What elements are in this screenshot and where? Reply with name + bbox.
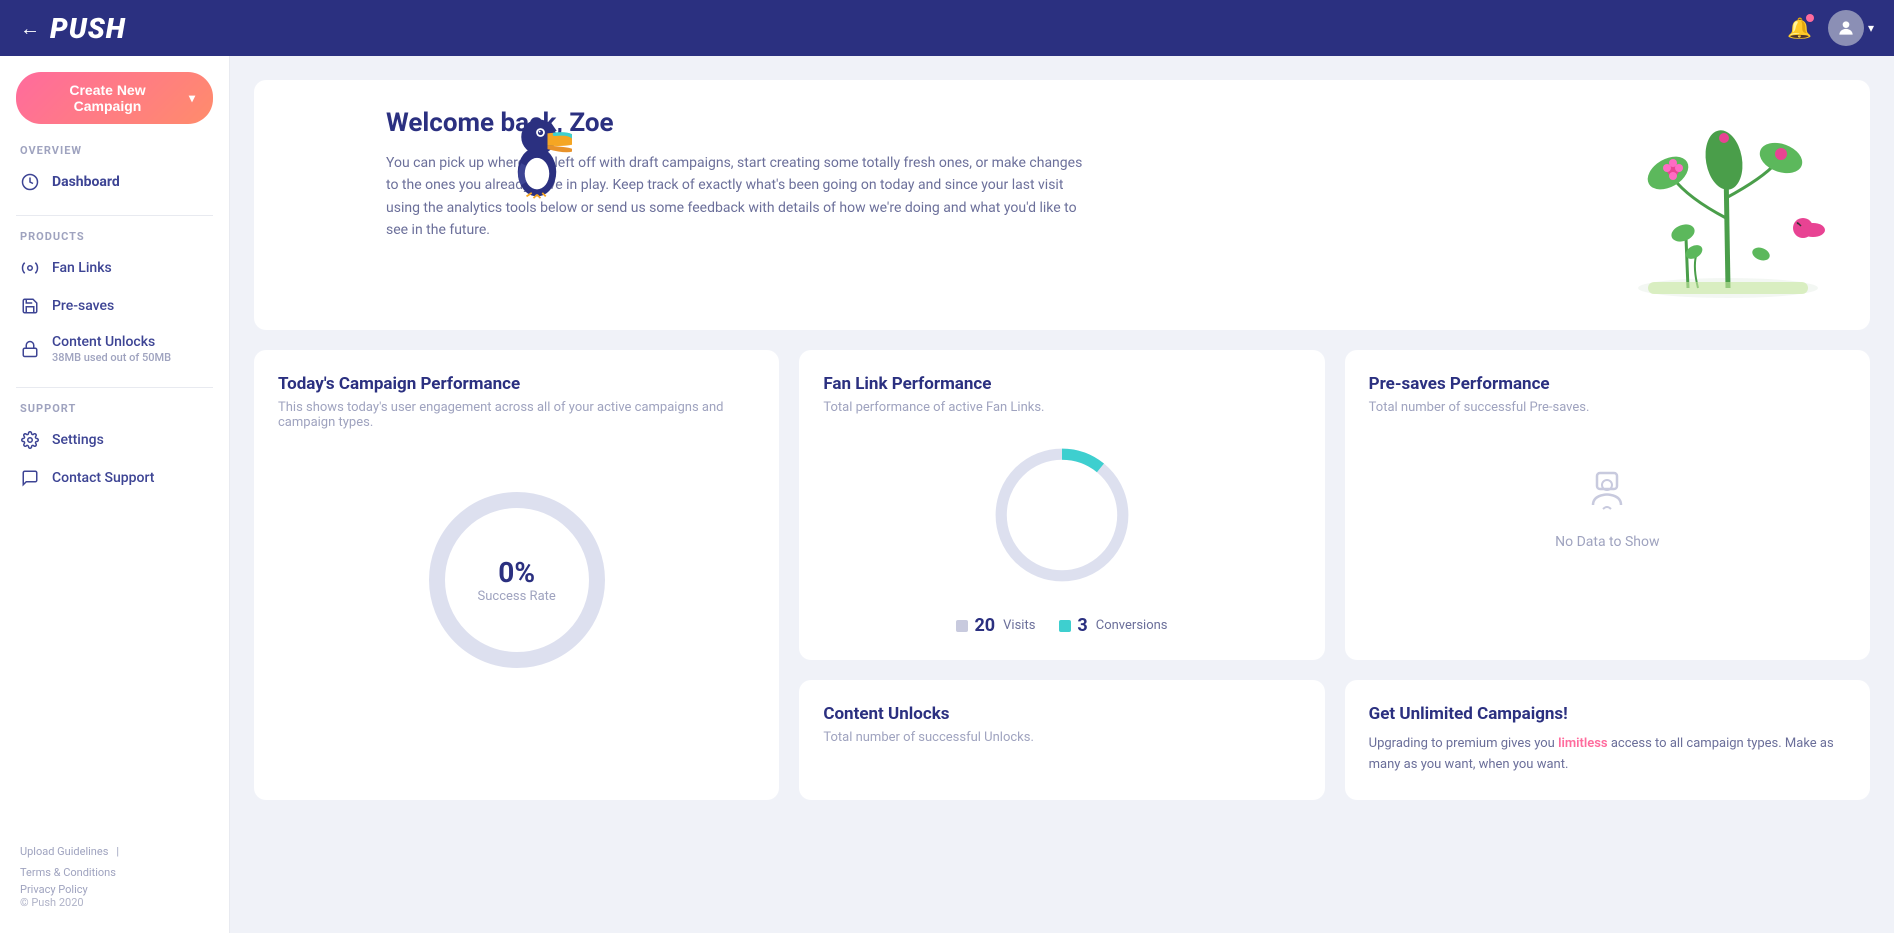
welcome-body: You can pick up where you left off with … bbox=[386, 152, 1086, 242]
conversions-label: Conversions bbox=[1096, 618, 1168, 633]
sidebar-item-contact-support[interactable]: Contact Support bbox=[0, 459, 229, 497]
create-campaign-caret-icon: ▾ bbox=[189, 91, 195, 105]
logo: PUSH bbox=[50, 12, 1787, 45]
today-campaign-donut-container: 0% Success Rate bbox=[278, 450, 755, 710]
support-section-label: SUPPORT bbox=[0, 402, 229, 415]
today-campaign-desc: Success Rate bbox=[478, 589, 556, 604]
contact-support-icon bbox=[20, 468, 40, 488]
sidebar-footer: Upload Guidelines | Terms & Conditions P… bbox=[0, 829, 229, 917]
content-unlocks-label: Content Unlocks bbox=[52, 334, 171, 350]
fan-link-subtitle: Total performance of active Fan Links. bbox=[823, 400, 1300, 415]
pre-saves-subtitle: Total number of successful Pre-saves. bbox=[1369, 400, 1846, 415]
notification-bell-icon[interactable]: 🔔 bbox=[1787, 16, 1812, 40]
today-campaign-subtitle: This shows today's user engagement acros… bbox=[278, 400, 755, 430]
today-campaign-donut: 0% Success Rate bbox=[417, 480, 617, 680]
content-unlocks-content: Content Unlocks 38MB used out of 50MB bbox=[52, 334, 171, 364]
footer-privacy-link[interactable]: Privacy Policy bbox=[20, 883, 88, 896]
overview-section-label: OVERVIEW bbox=[0, 144, 229, 157]
create-campaign-label: Create New Campaign bbox=[34, 82, 181, 114]
main-content: Welcome back, Zoe You can pick up where … bbox=[230, 56, 1894, 933]
dashboard-grid: Today's Campaign Performance This shows … bbox=[254, 350, 1870, 800]
settings-label: Settings bbox=[52, 432, 104, 448]
fan-link-stats: 20 Visits 3 Conversions bbox=[823, 615, 1300, 636]
sidebar-divider-1 bbox=[16, 215, 213, 216]
unlimited-highlight: limitless bbox=[1558, 736, 1608, 751]
unlimited-card: Get Unlimited Campaigns! Upgrading to pr… bbox=[1345, 680, 1870, 800]
sidebar-item-pre-saves[interactable]: Pre-saves bbox=[0, 287, 229, 325]
content-unlocks-sub: 38MB used out of 50MB bbox=[52, 351, 171, 364]
conversions-dot bbox=[1059, 620, 1071, 632]
no-data-icon bbox=[1583, 465, 1631, 524]
sidebar-item-content-unlocks[interactable]: Content Unlocks 38MB used out of 50MB bbox=[0, 325, 229, 373]
conversions-count: 3 bbox=[1077, 615, 1087, 636]
unlimited-body-part1: Upgrading to premium gives you bbox=[1369, 736, 1558, 751]
avatar-caret-icon[interactable]: ▾ bbox=[1868, 21, 1874, 35]
pre-saves-icon bbox=[20, 296, 40, 316]
sidebar-item-settings[interactable]: Settings bbox=[0, 421, 229, 459]
welcome-text: Welcome back, Zoe You can pick up where … bbox=[286, 108, 1086, 242]
today-campaign-card: Today's Campaign Performance This shows … bbox=[254, 350, 779, 800]
footer-divider: | bbox=[116, 845, 119, 858]
content-unlocks-card-subtitle: Total number of successful Unlocks. bbox=[823, 730, 1300, 745]
sidebar-item-fan-links[interactable]: Fan Links bbox=[0, 249, 229, 287]
visits-count: 20 bbox=[974, 615, 995, 636]
create-campaign-button[interactable]: Create New Campaign ▾ bbox=[16, 72, 213, 124]
pre-saves-no-data: No Data to Show bbox=[1369, 435, 1846, 580]
content-unlocks-card-title: Content Unlocks bbox=[823, 704, 1300, 724]
visits-dot bbox=[956, 620, 968, 632]
topnav: ← PUSH 🔔 ▾ bbox=[0, 0, 1894, 56]
footer-upload-link[interactable]: Upload Guidelines bbox=[20, 845, 108, 858]
unlimited-title: Get Unlimited Campaigns! bbox=[1369, 704, 1846, 724]
footer-links: Upload Guidelines | Terms & Conditions bbox=[20, 845, 209, 879]
fan-links-label: Fan Links bbox=[52, 260, 112, 276]
topnav-icons: 🔔 ▾ bbox=[1787, 10, 1874, 46]
sidebar: Create New Campaign ▾ OVERVIEW Dashboard… bbox=[0, 56, 230, 933]
plant-illustration bbox=[1618, 108, 1838, 302]
fan-link-conversions: 3 Conversions bbox=[1059, 615, 1167, 636]
welcome-title: Welcome back, Zoe bbox=[386, 108, 1086, 138]
fan-link-card: Fan Link Performance Total performance o… bbox=[799, 350, 1324, 660]
footer-terms-link[interactable]: Terms & Conditions bbox=[20, 866, 116, 879]
pre-saves-no-data-text: No Data to Show bbox=[1555, 534, 1659, 550]
visits-label: Visits bbox=[1003, 618, 1035, 633]
products-section-label: PRODUCTS bbox=[0, 230, 229, 243]
today-campaign-percent: 0% bbox=[478, 556, 556, 589]
pre-saves-title: Pre-saves Performance bbox=[1369, 374, 1846, 394]
content-unlocks-icon bbox=[20, 339, 40, 359]
today-campaign-donut-label: 0% Success Rate bbox=[478, 556, 556, 604]
footer-copy: © Push 2020 bbox=[20, 896, 209, 909]
dashboard-label: Dashboard bbox=[52, 174, 120, 190]
contact-support-label: Contact Support bbox=[52, 470, 154, 486]
fan-link-visits: 20 Visits bbox=[956, 615, 1035, 636]
dashboard-icon bbox=[20, 172, 40, 192]
fan-links-icon bbox=[20, 258, 40, 278]
layout: Create New Campaign ▾ OVERVIEW Dashboard… bbox=[0, 56, 1894, 933]
pre-saves-label: Pre-saves bbox=[52, 298, 114, 314]
settings-icon bbox=[20, 430, 40, 450]
today-campaign-title: Today's Campaign Performance bbox=[278, 374, 755, 394]
pre-saves-card: Pre-saves Performance Total number of su… bbox=[1345, 350, 1870, 660]
fan-link-title: Fan Link Performance bbox=[823, 374, 1300, 394]
fan-link-donut bbox=[982, 435, 1142, 595]
unlimited-body: Upgrading to premium gives you limitless… bbox=[1369, 734, 1846, 776]
back-button[interactable]: ← bbox=[20, 16, 40, 41]
welcome-card: Welcome back, Zoe You can pick up where … bbox=[254, 80, 1870, 330]
content-unlocks-card: Content Unlocks Total number of successf… bbox=[799, 680, 1324, 800]
notification-dot bbox=[1806, 14, 1814, 22]
sidebar-divider-2 bbox=[16, 387, 213, 388]
avatar[interactable] bbox=[1828, 10, 1864, 46]
sidebar-item-dashboard[interactable]: Dashboard bbox=[0, 163, 229, 201]
